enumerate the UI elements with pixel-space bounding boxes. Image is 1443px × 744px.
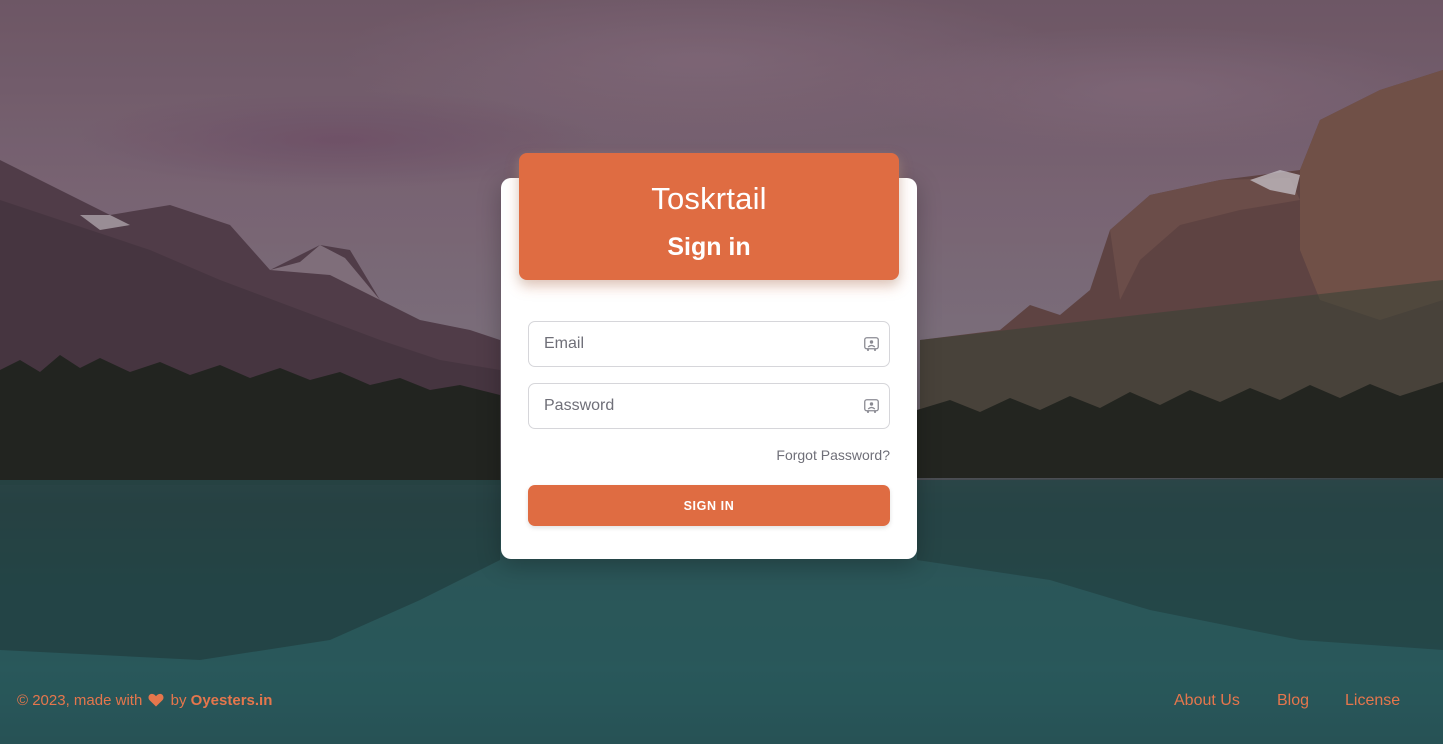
id-card-icon[interactable]	[864, 337, 879, 351]
login-page: Toskrtail Sign in Forgot Password? SIGN …	[0, 0, 1443, 744]
id-card-icon[interactable]	[864, 399, 879, 413]
email-input[interactable]	[529, 322, 849, 366]
copyright-text: © 2023, made with	[17, 692, 143, 709]
by-text: by	[170, 692, 187, 709]
password-field	[528, 383, 890, 429]
sign-in-button[interactable]: SIGN IN	[528, 485, 890, 526]
password-input[interactable]	[529, 384, 849, 428]
forgot-password-link[interactable]: Forgot Password?	[700, 447, 890, 463]
footer-copyright: © 2023, made with by Oyesters.in	[17, 692, 272, 712]
email-field	[528, 321, 890, 367]
brand-title: Toskrtail	[651, 181, 767, 216]
footer-link-blog[interactable]: Blog	[1277, 692, 1309, 710]
footer-link-about-us[interactable]: About Us	[1174, 692, 1240, 710]
login-card-header: Toskrtail Sign in	[519, 153, 899, 280]
oyesters-link[interactable]: Oyesters.in	[191, 692, 273, 709]
sign-in-heading: Sign in	[667, 233, 751, 261]
heart-icon	[148, 693, 164, 707]
footer-link-license[interactable]: License	[1345, 692, 1400, 710]
